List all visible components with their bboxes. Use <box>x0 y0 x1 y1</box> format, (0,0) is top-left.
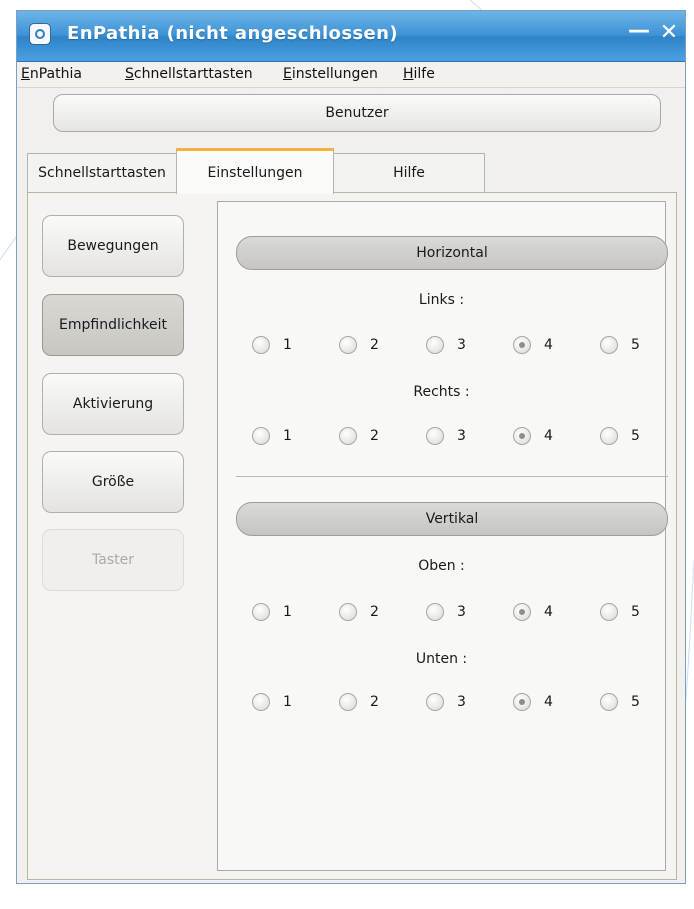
radio-option-label: 2 <box>370 428 379 444</box>
app-window: EnPathia (nicht angeschlossen) — ✕ EnPat… <box>16 10 686 884</box>
group-label-unten: Unten : <box>415 651 468 667</box>
radio-option-unten-1[interactable]: 1 <box>252 690 292 714</box>
menu-schnellstarttasten-accel: S <box>125 66 134 82</box>
radio-option-label: 5 <box>631 428 640 444</box>
settings-panel: Bewegungen Empfindlichkeit Aktivierung G… <box>27 192 677 880</box>
sidebar-item-empfindlichkeit[interactable]: Empfindlichkeit <box>42 294 184 356</box>
menu-einstellungen-accel: E <box>283 66 292 82</box>
radio-option-links-2[interactable]: 2 <box>339 333 379 357</box>
radio-button-icon[interactable] <box>339 693 357 711</box>
radio-button-icon[interactable] <box>513 427 531 445</box>
menu-einstellungen[interactable]: Einstellungen <box>283 66 378 82</box>
radio-option-label: 4 <box>544 604 553 620</box>
radio-button-icon[interactable] <box>252 603 270 621</box>
radio-button-icon[interactable] <box>252 336 270 354</box>
window-title: EnPathia (nicht angeschlossen) <box>67 23 398 44</box>
radio-option-oben-5[interactable]: 5 <box>600 600 640 624</box>
radio-option-label: 2 <box>370 604 379 620</box>
sensitivity-content: Horizontal Links : 12345 Rechts : 12345 … <box>217 201 668 871</box>
radio-button-icon[interactable] <box>339 427 357 445</box>
menu-hilfe-label: ilfe <box>413 66 435 82</box>
radio-option-unten-3[interactable]: 3 <box>426 690 466 714</box>
radio-option-unten-4[interactable]: 4 <box>513 690 553 714</box>
tab-hilfe[interactable]: Hilfe <box>333 153 485 193</box>
radio-button-icon[interactable] <box>252 427 270 445</box>
radio-button-icon[interactable] <box>339 603 357 621</box>
radio-option-label: 1 <box>283 337 292 353</box>
radio-button-icon[interactable] <box>252 693 270 711</box>
radio-option-label: 5 <box>631 694 640 710</box>
radio-option-rechts-2[interactable]: 2 <box>339 424 379 448</box>
tab-schnellstarttasten[interactable]: Schnellstarttasten <box>27 153 177 193</box>
sidebar-item-groesse[interactable]: Größe <box>42 451 184 513</box>
radio-option-label: 4 <box>544 694 553 710</box>
section-header-vertikal: Vertikal <box>236 502 668 536</box>
radio-button-icon[interactable] <box>600 427 618 445</box>
radio-button-icon[interactable] <box>600 603 618 621</box>
radio-option-label: 1 <box>283 694 292 710</box>
menu-schnellstarttasten-label: chnellstarttasten <box>133 66 253 82</box>
section-divider <box>236 476 668 477</box>
radio-option-rechts-5[interactable]: 5 <box>600 424 640 448</box>
radio-button-icon[interactable] <box>513 603 531 621</box>
radio-option-label: 5 <box>631 604 640 620</box>
radio-option-label: 4 <box>544 337 553 353</box>
radio-button-icon[interactable] <box>513 693 531 711</box>
radio-option-label: 1 <box>283 604 292 620</box>
radio-button-icon[interactable] <box>426 693 444 711</box>
menu-bar: EnPathia Schnellstarttasten Einstellunge… <box>17 62 685 88</box>
title-bar[interactable]: EnPathia (nicht angeschlossen) — ✕ <box>17 11 685 62</box>
section-header-horizontal: Horizontal <box>236 236 668 270</box>
radio-button-icon[interactable] <box>426 427 444 445</box>
sidebar-item-aktivierung[interactable]: Aktivierung <box>42 373 184 435</box>
radio-option-rechts-4[interactable]: 4 <box>513 424 553 448</box>
radio-option-label: 2 <box>370 694 379 710</box>
radio-option-links-4[interactable]: 4 <box>513 333 553 357</box>
radio-option-oben-4[interactable]: 4 <box>513 600 553 624</box>
radio-option-oben-2[interactable]: 2 <box>339 600 379 624</box>
radio-option-links-1[interactable]: 1 <box>252 333 292 357</box>
sidebar-item-bewegungen[interactable]: Bewegungen <box>42 215 184 277</box>
benutzer-button[interactable]: Benutzer <box>53 94 661 132</box>
radio-option-unten-2[interactable]: 2 <box>339 690 379 714</box>
radio-option-label: 2 <box>370 337 379 353</box>
radio-option-links-5[interactable]: 5 <box>600 333 640 357</box>
radio-button-icon[interactable] <box>600 336 618 354</box>
close-button[interactable]: ✕ <box>655 19 683 47</box>
app-logo-icon <box>29 23 51 45</box>
radio-button-icon[interactable] <box>600 693 618 711</box>
radio-option-label: 3 <box>457 337 466 353</box>
sidebar-item-taster: Taster <box>42 529 184 591</box>
menu-enpathia-label: nPathia <box>29 66 82 82</box>
radio-option-rechts-3[interactable]: 3 <box>426 424 466 448</box>
menu-hilfe-accel: H <box>403 66 414 82</box>
radio-option-label: 3 <box>457 428 466 444</box>
radio-button-icon[interactable] <box>426 336 444 354</box>
radio-option-oben-3[interactable]: 3 <box>426 600 466 624</box>
radio-option-oben-1[interactable]: 1 <box>252 600 292 624</box>
menu-enpathia[interactable]: EnPathia <box>21 66 82 82</box>
menu-einstellungen-label: instellungen <box>291 66 378 82</box>
group-label-rechts: Rechts : <box>413 384 470 400</box>
radio-option-rechts-1[interactable]: 1 <box>252 424 292 448</box>
group-label-oben: Oben : <box>418 558 465 574</box>
radio-option-label: 1 <box>283 428 292 444</box>
tab-einstellungen[interactable]: Einstellungen <box>176 148 334 194</box>
radio-button-icon[interactable] <box>426 603 444 621</box>
radio-option-label: 3 <box>457 604 466 620</box>
radio-option-label: 4 <box>544 428 553 444</box>
radio-button-icon[interactable] <box>339 336 357 354</box>
menu-enpathia-accel: E <box>21 66 30 82</box>
menu-hilfe[interactable]: Hilfe <box>403 66 435 82</box>
radio-option-label: 5 <box>631 337 640 353</box>
radio-button-icon[interactable] <box>513 336 531 354</box>
radio-option-links-3[interactable]: 3 <box>426 333 466 357</box>
menu-schnellstarttasten[interactable]: Schnellstarttasten <box>125 66 253 82</box>
minimize-button[interactable]: — <box>625 17 653 45</box>
radio-option-label: 3 <box>457 694 466 710</box>
radio-option-unten-5[interactable]: 5 <box>600 690 640 714</box>
group-label-links: Links : <box>418 292 465 308</box>
